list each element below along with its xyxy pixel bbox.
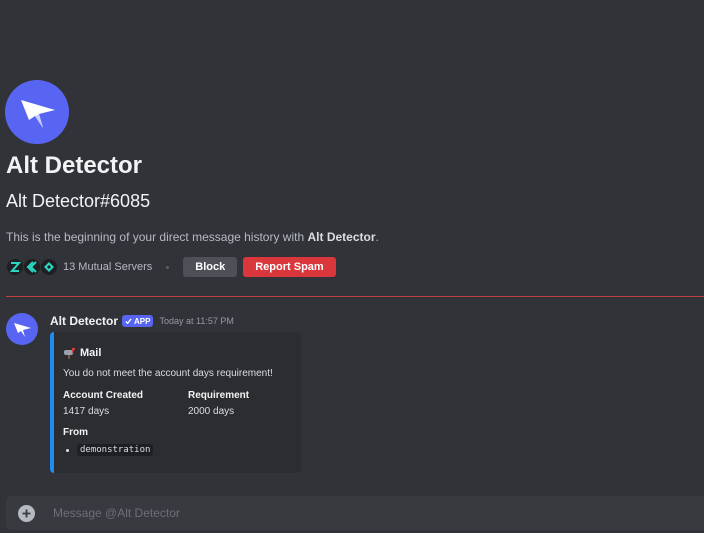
from-code-value: demonstration (77, 444, 154, 456)
block-button[interactable]: Block (183, 257, 238, 277)
message-timestamp: Today at 11:57 PM (159, 316, 234, 326)
server-icon (23, 258, 41, 276)
profile-handle: Alt Detector#6085 (6, 191, 151, 211)
mutual-server-icons[interactable] (6, 258, 58, 276)
new-messages-divider (6, 296, 704, 297)
dm-intro-text: This is the beginning of your direct mes… (6, 230, 379, 244)
intro-name: Alt Detector (307, 230, 376, 244)
intro-prefix: This is the beginning of your direct mes… (6, 230, 308, 244)
bot-avatar-icon (14, 323, 31, 337)
server-icon (40, 258, 58, 276)
profile-name: Alt Detector (6, 152, 143, 179)
message-author[interactable]: Alt Detector (50, 314, 118, 328)
add-attachment-button[interactable] (18, 504, 35, 522)
message-input[interactable] (51, 505, 655, 521)
bot-avatar-icon (21, 100, 55, 128)
field-requirement-name: Requirement (188, 390, 250, 401)
add-attachment-icon (22, 509, 31, 517)
profile-avatar[interactable] (5, 80, 69, 144)
report-spam-button[interactable]: Report Spam (243, 257, 336, 277)
embed-title-text: Mail (80, 347, 102, 359)
field-from-name: From (63, 427, 88, 438)
message-avatar[interactable] (6, 313, 38, 345)
message-composer (6, 496, 704, 530)
mailbox-icon (64, 348, 75, 359)
mutual-servers-link[interactable]: 13 Mutual Servers (63, 261, 152, 273)
message-embed: Mail You do not meet the account days re… (50, 332, 301, 473)
app-badge-label: APP (134, 316, 151, 326)
list-bullet (66, 448, 69, 452)
profile-actions: 13 Mutual Servers Block Report Spam (6, 257, 342, 277)
server-icon (6, 258, 24, 276)
field-account-created-name: Account Created (63, 390, 144, 401)
verified-check-icon (125, 317, 132, 324)
field-requirement-value: 2000 days (188, 406, 235, 417)
embed-title: Mail (63, 347, 101, 359)
embed-description: You do not meet the account days require… (63, 368, 273, 379)
message-header: Alt Detector APP Today at 11:57 PM (50, 314, 234, 328)
intro-suffix: . (375, 230, 379, 244)
separator-dot (166, 265, 170, 269)
from-list-item: demonstration (63, 444, 154, 456)
field-account-created-value: 1417 days (63, 406, 110, 417)
app-badge: APP (122, 315, 154, 327)
